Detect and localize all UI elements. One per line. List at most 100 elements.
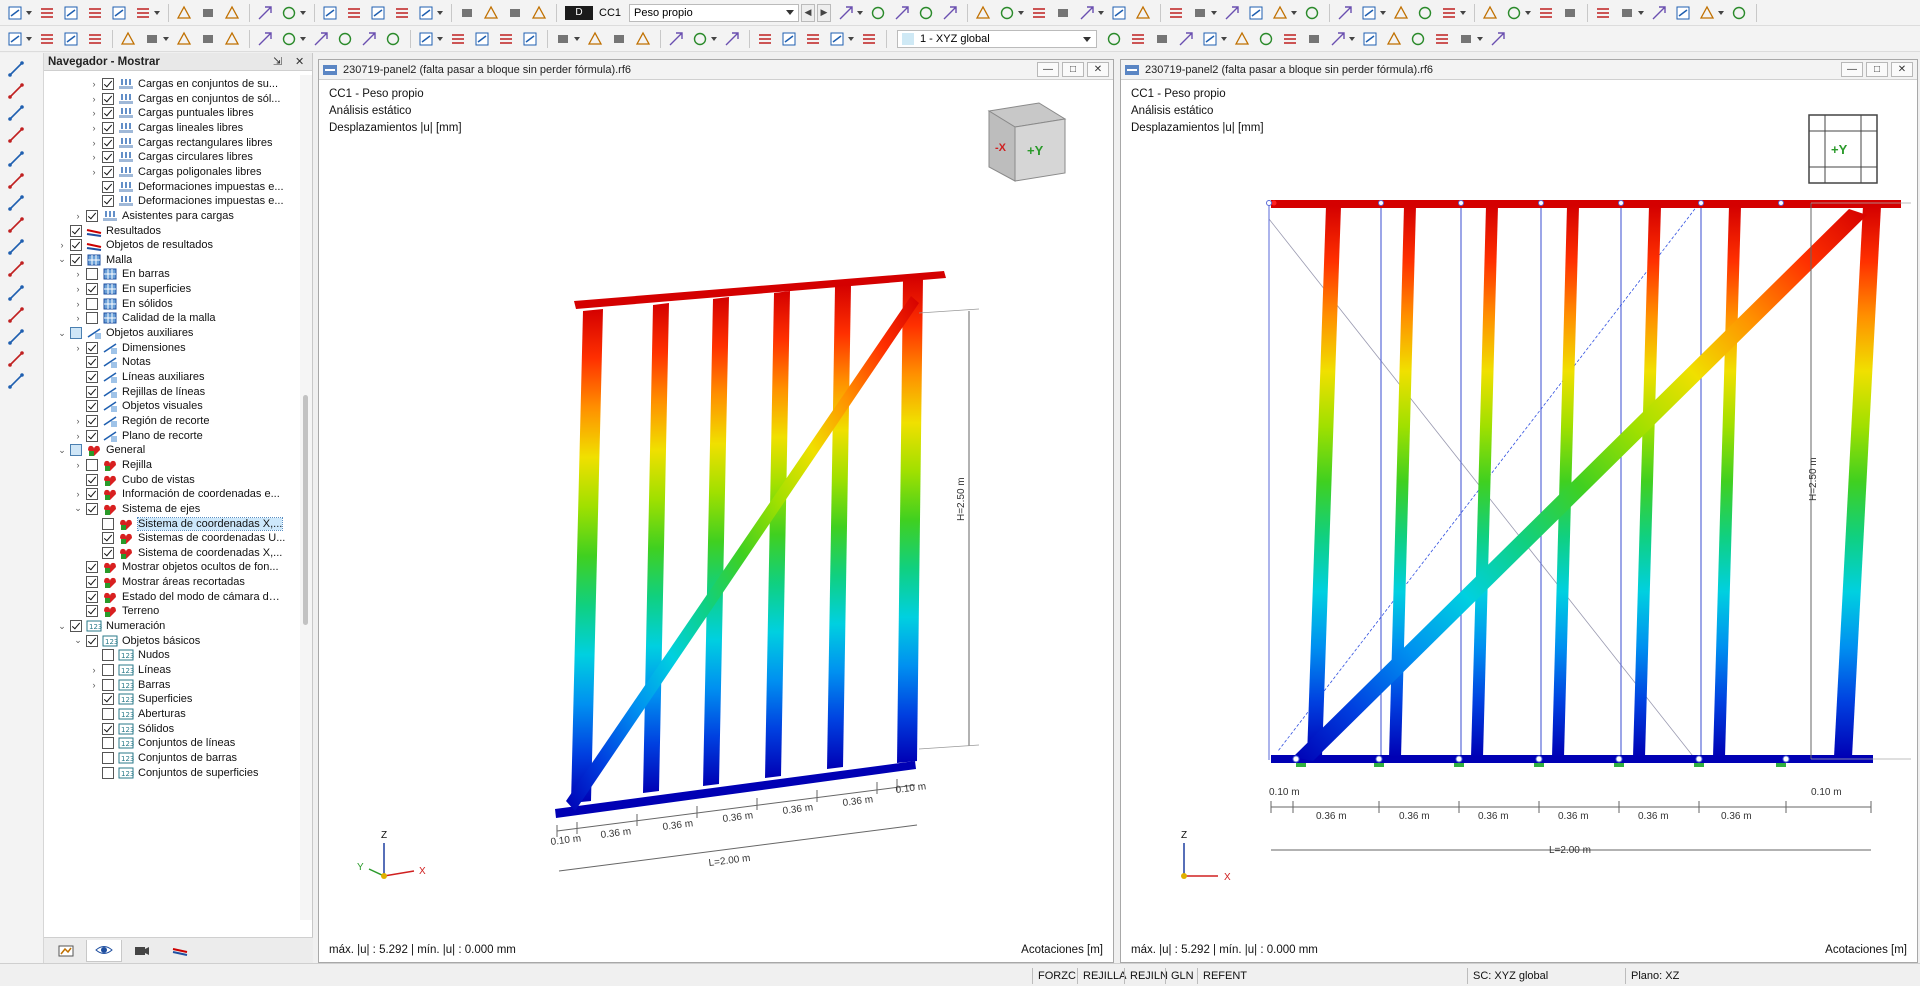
view-cube[interactable]: +Y [1808, 114, 1878, 184]
toolbar-tool-tb1-5[interactable] [132, 3, 162, 23]
toolbar-view-tool-3-0[interactable] [1479, 3, 1501, 23]
expand-toggle[interactable]: › [72, 210, 84, 222]
close-view-button[interactable]: ✕ [1087, 62, 1109, 77]
toolbar-view-tool-4-0[interactable] [1592, 3, 1614, 23]
toolbar-tool-tb2-17[interactable] [471, 29, 493, 49]
visibility-checkbox[interactable] [102, 136, 114, 149]
expand-toggle[interactable]: › [88, 78, 100, 90]
toolbar-view-tool-2-1[interactable] [1358, 3, 1388, 23]
expand-toggle[interactable]: › [88, 166, 100, 178]
toolbar-tool-tb1-0[interactable] [4, 3, 34, 23]
toolbar-tool-tb2-22[interactable] [608, 29, 630, 49]
toolbar-view-tool-2-4[interactable] [1438, 3, 1468, 23]
visibility-checkbox[interactable] [86, 312, 98, 325]
navigator-item[interactable]: 123 Conjuntos de superficies [88, 764, 300, 782]
visibility-checkbox[interactable] [86, 341, 98, 354]
visibility-checkbox[interactable] [102, 766, 114, 779]
toolbar-display-tool-15[interactable] [1487, 29, 1509, 49]
toolbar-tool-tb1-6[interactable] [173, 3, 195, 23]
toolbar-tool-tb2-14[interactable] [382, 29, 404, 49]
toolbar-tool-tb1-21[interactable] [867, 3, 889, 23]
toolbar-tool-tb2-24[interactable] [665, 29, 687, 49]
dock-icon[interactable]: ⇲ [273, 55, 282, 68]
toolbar-tool-tb1-20[interactable] [835, 3, 865, 23]
expand-toggle[interactable]: › [72, 298, 84, 310]
visibility-checkbox[interactable] [102, 737, 114, 750]
toolbar-display-tool-9[interactable] [1327, 29, 1357, 49]
visibility-checkbox[interactable] [102, 78, 114, 90]
scrollbar-thumb[interactable] [303, 395, 308, 625]
toolbar-tool-tb2-16[interactable] [447, 29, 469, 49]
modeling-tool-1[interactable] [6, 81, 32, 101]
toolbar-tool-tb1-1[interactable] [36, 3, 58, 23]
expand-toggle[interactable]: › [72, 459, 84, 471]
modeling-tool-7[interactable] [6, 215, 32, 235]
visibility-checkbox[interactable] [86, 473, 98, 486]
expand-toggle[interactable]: › [72, 342, 84, 354]
visibility-checkbox[interactable] [86, 209, 98, 222]
visibility-checkbox[interactable] [86, 634, 98, 647]
expand-toggle[interactable]: › [72, 268, 84, 280]
view-cube[interactable]: -X +Y [987, 102, 1067, 182]
toolbar-tool-tb2-1[interactable] [36, 29, 58, 49]
toolbar-view-tool-0-3[interactable] [1052, 3, 1074, 23]
expand-toggle[interactable]: ⌄ [56, 620, 68, 632]
modeling-tool-8[interactable] [6, 237, 32, 257]
toolbar-tool-tb2-15[interactable] [415, 29, 445, 49]
toolbar-tool-tb2-11[interactable] [310, 29, 332, 49]
modeling-tool-14[interactable] [6, 371, 32, 391]
toolbar-tool-tb2-26[interactable] [721, 29, 743, 49]
toolbar-view-tool-2-3[interactable] [1414, 3, 1436, 23]
expand-toggle[interactable]: ⌄ [56, 254, 68, 266]
visibility-checkbox[interactable] [102, 722, 114, 735]
toolbar-display-tool-1[interactable] [1127, 29, 1149, 49]
toolbar-view-tool-4-1[interactable] [1616, 3, 1646, 23]
toolbar-view-tool-1-0[interactable] [1165, 3, 1187, 23]
modeling-tool-10[interactable] [6, 283, 32, 303]
toolbar-display-tool-5[interactable] [1231, 29, 1253, 49]
visibility-checkbox[interactable] [86, 502, 98, 515]
close-icon[interactable]: ✕ [295, 55, 304, 68]
modeling-tool-0[interactable] [6, 59, 32, 79]
model-canvas-xz[interactable]: H=2.50 m 0.10 m 0.36 m 0.36 m 0.36 m 0.36 m 0.… [1121, 81, 1917, 941]
visibility-checkbox[interactable] [102, 92, 114, 105]
toolbar-view-tool-4-5[interactable] [1728, 3, 1750, 23]
toolbar-tool-tb2-2[interactable] [60, 29, 82, 49]
visibility-checkbox[interactable] [86, 590, 98, 603]
visibility-checkbox[interactable] [70, 253, 82, 266]
toolbar-tool-tb1-7[interactable] [197, 3, 219, 23]
coordinate-system-dropdown[interactable]: 1 - XYZ global [897, 29, 1097, 48]
model-view-3d[interactable]: 230719-panel2 (falta pasar a bloque sin … [318, 59, 1114, 963]
toolbar-display-tool-3[interactable] [1175, 29, 1197, 49]
toolbar-tool-tb1-12[interactable] [343, 3, 365, 23]
visibility-checkbox[interactable] [102, 165, 114, 178]
toolbar-tool-tb2-25[interactable] [689, 29, 719, 49]
minimize-button[interactable]: — [1841, 62, 1863, 77]
toolbar-tool-tb2-31[interactable] [858, 29, 880, 49]
toolbar-display-tool-14[interactable] [1455, 29, 1485, 49]
visibility-checkbox[interactable] [86, 297, 98, 310]
toolbar-view-tool-4-4[interactable] [1696, 3, 1726, 23]
toolbar-display-tool-4[interactable] [1199, 29, 1229, 49]
expand-toggle[interactable]: › [72, 283, 84, 295]
model-view-xz[interactable]: 230719-panel2 (falta pasar a bloque sin … [1120, 59, 1918, 963]
visibility-checkbox[interactable] [86, 576, 98, 589]
toolbar-view-tool-1-4[interactable] [1269, 3, 1299, 23]
toolbar-tool-tb1-13[interactable] [367, 3, 389, 23]
toolbar-view-tool-0-2[interactable] [1028, 3, 1050, 23]
toolbar-tool-tb1-3[interactable] [84, 3, 106, 23]
toolbar-tool-tb1-8[interactable] [221, 3, 243, 23]
visibility-checkbox[interactable] [102, 546, 114, 559]
visibility-checkbox[interactable] [102, 151, 114, 164]
toolbar-tool-tb2-0[interactable] [4, 29, 34, 49]
toolbar-tool-tb2-20[interactable] [552, 29, 582, 49]
toolbar-view-tool-0-4[interactable] [1076, 3, 1106, 23]
visibility-checkbox[interactable] [102, 751, 114, 764]
visibility-checkbox[interactable] [70, 444, 82, 457]
toolbar-tool-tb2-19[interactable] [519, 29, 541, 49]
visibility-checkbox[interactable] [102, 707, 114, 720]
visibility-checkbox[interactable] [86, 371, 98, 383]
maximize-button[interactable]: □ [1062, 62, 1084, 77]
expand-toggle[interactable]: › [72, 415, 84, 427]
toolbar-view-tool-2-2[interactable] [1390, 3, 1412, 23]
